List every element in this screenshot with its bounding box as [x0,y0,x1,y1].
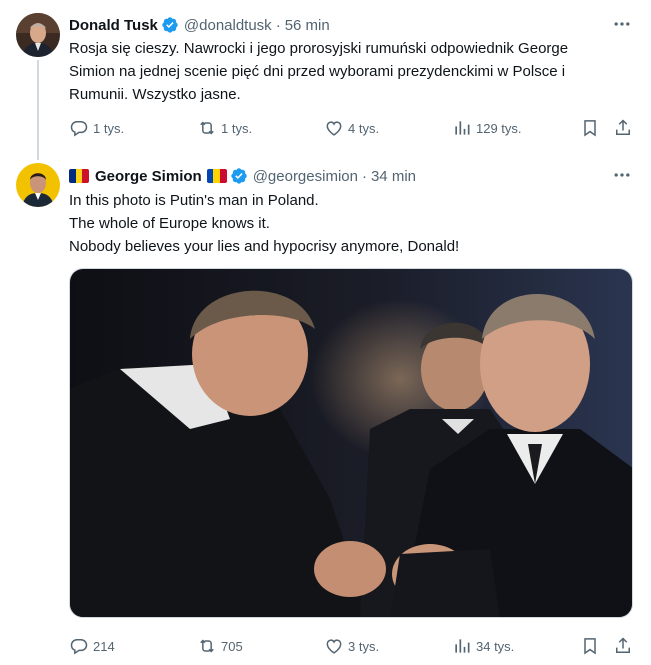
repost-icon [200,639,214,653]
reply-button[interactable]: 214 [69,635,115,657]
reply-icon [70,639,88,655]
repost-icon [200,121,214,135]
view-count: 129 tys. [476,120,522,136]
avatar[interactable] [16,13,60,57]
romania-flag-icon [69,169,89,183]
share-button[interactable] [613,117,633,139]
views-icon [455,121,470,135]
tweet-donald-tusk[interactable]: Donald Tusk @donaldtusk · 56 min Rosja s… [0,0,651,160]
tweet-george-simion[interactable]: George Simion @georgesimion · 34 min In … [0,152,651,665]
avatar[interactable] [16,163,60,207]
tweet-text-line: Rosja się cieszy. Nawrocki i jego proros… [69,40,569,57]
like-button[interactable]: 4 tys. [324,117,379,139]
tweet-actions: 214 705 3 tys. 34 tys. [69,635,635,657]
view-count: 34 tys. [476,638,515,654]
like-icon [326,639,342,654]
tweet-text-line: In this photo is Putin's man in Poland. [69,192,319,209]
repost-count: 1 tys. [221,120,253,136]
reply-icon [70,121,88,137]
tweet-text-line: Rumunii. Wszystko jasne. [69,86,241,103]
views-icon [455,639,470,653]
timestamp[interactable]: 56 min [285,17,330,34]
thread-line [37,60,39,160]
repost-count: 705 [221,638,243,654]
repost-button[interactable]: 1 tys. [197,117,252,139]
author-handle[interactable]: @donaldtusk [184,17,272,34]
tweet-actions: 1 tys. 1 tys. 4 tys. 129 tys. [69,117,635,139]
reply-count: 1 tys. [93,120,125,136]
separator-dot: · [361,167,367,185]
tweet-text: Rosja się cieszy. Nawrocki i jego proros… [69,37,629,106]
tweet-header: George Simion @georgesimion · 34 min [69,165,416,187]
verified-badge-icon [161,16,179,34]
share-button[interactable] [613,635,633,657]
repost-button[interactable]: 705 [197,635,243,657]
reply-button[interactable]: 1 tys. [69,117,124,139]
moldova-flag-icon [206,169,227,183]
more-options-icon[interactable] [611,13,633,35]
like-count: 3 tys. [348,638,380,654]
author-name[interactable]: George Simion [95,168,202,185]
separator-dot: · [275,16,281,34]
like-button[interactable]: 3 tys. [324,635,379,657]
tweet-text-line: The whole of Europe knows it. [69,215,270,232]
verified-badge-icon [230,167,248,185]
reply-count: 214 [93,638,115,654]
like-icon [326,121,342,136]
tweet-text-line: Nobody believes your lies and hypocrisy … [69,238,460,255]
views-button[interactable]: 129 tys. [452,117,522,139]
views-button[interactable]: 34 tys. [452,635,514,657]
tweet-text-line: Simion na jednej scenie pięć dni przed w… [69,63,566,80]
bookmark-icon [584,120,596,137]
bookmark-icon [584,638,596,655]
bookmark-button[interactable] [580,635,600,657]
tweet-header: Donald Tusk @donaldtusk · 56 min [69,14,330,36]
tweet-text: In this photo is Putin's man in Poland. … [69,189,629,258]
more-options-icon[interactable] [611,164,633,186]
author-handle[interactable]: @georgesimion [253,168,358,185]
like-count: 4 tys. [348,120,380,136]
tweet-photo[interactable] [69,268,633,618]
share-icon [616,119,630,135]
author-name[interactable]: Donald Tusk [69,17,158,34]
timestamp[interactable]: 34 min [371,168,416,185]
bookmark-button[interactable] [580,117,600,139]
share-icon [616,637,630,653]
